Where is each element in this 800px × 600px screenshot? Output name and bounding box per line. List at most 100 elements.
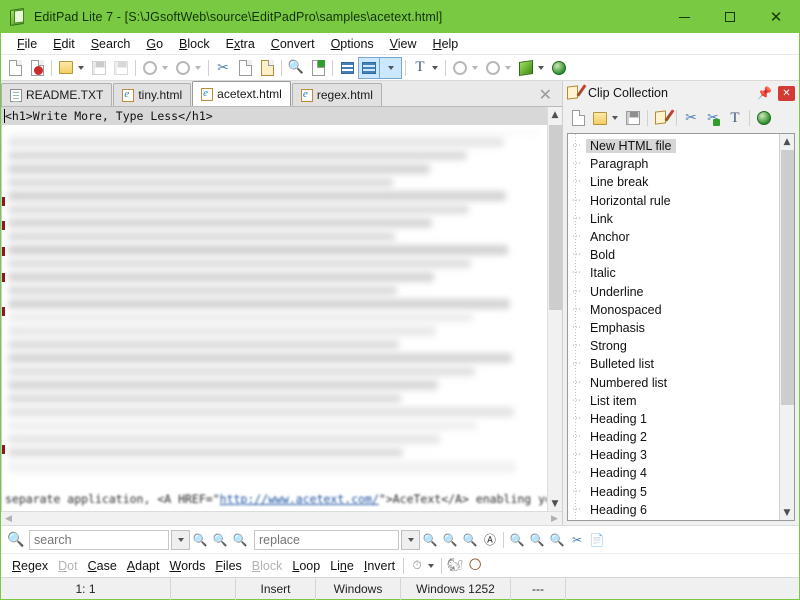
font-icon[interactable]: T	[409, 57, 431, 79]
encoding[interactable]: Windows 1252	[401, 577, 511, 600]
scroll-up-icon[interactable]: ▲	[780, 134, 795, 149]
option-block[interactable]: Block	[247, 559, 288, 573]
cut-clip-icon[interactable]: ✂	[680, 107, 702, 129]
clip-list-item[interactable]: ⋯ Paragraph	[568, 155, 779, 173]
edit-clip-icon[interactable]	[651, 107, 674, 129]
highlight-all-icon[interactable]: Ⓐ	[480, 530, 500, 550]
save-collection-icon[interactable]	[622, 107, 644, 129]
scroll-down-icon[interactable]: ▼	[548, 496, 563, 511]
new-file-icon[interactable]	[4, 57, 26, 79]
search-icon[interactable]: 🔍	[3, 530, 29, 550]
file-tab-tiny[interactable]: tiny.html	[113, 83, 192, 106]
menu-edit[interactable]: Edit	[45, 35, 83, 53]
clip-list-item[interactable]: ⋯ Link	[568, 210, 779, 228]
clip-list-item[interactable]: ⋯ Bold	[568, 246, 779, 264]
search-input[interactable]	[30, 530, 166, 549]
preview-icon[interactable]: 📄	[587, 530, 607, 550]
maximize-button[interactable]	[707, 1, 753, 33]
book-dropdown-icon[interactable]	[538, 65, 544, 70]
go-forward-dropdown-icon[interactable]	[505, 65, 511, 70]
clip-list-item[interactable]: ⋯ Heading 5	[568, 483, 779, 501]
find-next-icon[interactable]: 🔍	[210, 530, 230, 550]
editor-vertical-scrollbar[interactable]: ▲ ▼	[547, 107, 562, 511]
replace-input[interactable]	[255, 530, 396, 549]
find-previous-icon[interactable]: 🔍	[230, 530, 250, 550]
clip-list-item[interactable]: ⋯ Emphasis	[568, 319, 779, 337]
history-icon[interactable]: ⏱	[407, 556, 427, 576]
option-invert[interactable]: Invert	[359, 559, 400, 573]
clip-list-item[interactable]: ⋯ Heading 4	[568, 464, 779, 482]
clip-list-item[interactable]: ⋯ New HTML file	[568, 137, 779, 155]
option-dot[interactable]: Dot	[53, 559, 82, 573]
cut-icon[interactable]: ✂	[212, 57, 234, 79]
clip-list-item[interactable]: ⋯ Monospaced	[568, 301, 779, 319]
find-replace-icon[interactable]	[307, 57, 329, 79]
redo-icon[interactable]	[172, 57, 194, 79]
menu-options[interactable]: Options	[323, 35, 382, 53]
editor-horizontal-scrollbar[interactable]: ◀ ▶	[1, 511, 562, 525]
dropdown-arrow-icon[interactable]	[428, 563, 435, 568]
file-tab-regex[interactable]: regex.html	[291, 83, 382, 106]
minimize-button[interactable]	[661, 1, 707, 33]
browse-clip-icon[interactable]	[753, 107, 775, 129]
new-clip-icon[interactable]	[567, 107, 589, 129]
find-count-icon[interactable]: 🔍	[547, 530, 567, 550]
redo-dropdown-icon[interactable]	[195, 65, 201, 70]
menu-block[interactable]: Block	[171, 35, 218, 53]
clip-list-item[interactable]: ⋯ Heading 1	[568, 410, 779, 428]
replace-next-icon[interactable]: 🔍	[440, 530, 460, 550]
insert-mode[interactable]: Insert	[236, 577, 316, 600]
clip-scroll-thumb[interactable]	[781, 150, 794, 405]
close-tab-icon[interactable]: ✕	[539, 87, 552, 103]
clip-list-item[interactable]: ⋯ List item	[568, 392, 779, 410]
scroll-right-icon[interactable]: ▶	[547, 512, 562, 526]
browse-icon[interactable]	[548, 57, 570, 79]
file-tab-readme[interactable]: README.TXT	[1, 83, 113, 106]
menu-extra[interactable]: Extra	[218, 35, 263, 53]
find-in-files-icon[interactable]: 🔍	[507, 530, 527, 550]
word-wrap-icon[interactable]	[358, 56, 380, 79]
book-icon[interactable]	[515, 57, 537, 79]
option-loop[interactable]: Loop	[287, 559, 325, 573]
line-break-style[interactable]: Windows	[316, 577, 401, 600]
paste-icon[interactable]	[256, 57, 278, 79]
close-panel-icon[interactable]: ✕	[778, 85, 795, 101]
clip-list-item[interactable]: ⋯ Line break	[568, 173, 779, 191]
option-line[interactable]: Line	[325, 559, 359, 573]
file-tab-acetext[interactable]: acetext.html	[192, 81, 291, 106]
word-wrap-dropdown-icon[interactable]	[380, 56, 402, 79]
clip-list-item[interactable]: ⋯ Horizontal rule	[568, 192, 779, 210]
option-words[interactable]: Words	[164, 559, 210, 573]
count-matches-icon[interactable]: 🔍	[190, 530, 210, 550]
open-collection-dropdown-icon[interactable]	[612, 116, 618, 120]
replace-all-icon[interactable]: 🔍	[420, 530, 440, 550]
scroll-left-icon[interactable]: ◀	[1, 512, 16, 526]
add-clip-icon[interactable]: ✂	[702, 107, 724, 129]
feather-icon[interactable]: 🌕	[465, 556, 485, 576]
cat-icon[interactable]: 🐿	[445, 556, 465, 576]
copy-icon[interactable]	[234, 57, 256, 79]
go-back-dropdown-icon[interactable]	[472, 65, 478, 70]
close-file-icon[interactable]	[26, 57, 48, 79]
undo-dropdown-icon[interactable]	[162, 65, 168, 70]
replace-previous-icon[interactable]: 🔍	[460, 530, 480, 550]
vertical-scroll-thumb[interactable]	[549, 125, 562, 310]
clip-vertical-scrollbar[interactable]: ▲ ▼	[779, 134, 794, 520]
replace-field-wrap[interactable]	[254, 529, 399, 550]
clip-list-item[interactable]: ⋯ Heading 6	[568, 501, 779, 519]
go-forward-icon[interactable]	[482, 57, 504, 79]
menu-search[interactable]: Search	[83, 35, 139, 53]
go-back-icon[interactable]	[449, 57, 471, 79]
clip-list-item[interactable]: ⋯ Italic	[568, 264, 779, 282]
indent-icon[interactable]	[336, 57, 358, 79]
open-collection-icon[interactable]	[589, 107, 611, 129]
menu-file[interactable]: File	[9, 35, 45, 53]
clip-list-item[interactable]: ⋯ Heading 3	[568, 446, 779, 464]
search-history-dropdown-icon[interactable]	[171, 529, 190, 550]
pin-icon[interactable]: 📌	[757, 87, 772, 99]
close-button[interactable]: ✕	[753, 1, 799, 33]
open-file-icon[interactable]	[55, 57, 77, 79]
clip-list-item[interactable]: ⋯ Bulleted list	[568, 355, 779, 373]
clip-list-item[interactable]: ⋯ Anchor	[568, 228, 779, 246]
text-editor[interactable]: <h1>Write More, Type Less</h1> separate …	[2, 107, 547, 511]
